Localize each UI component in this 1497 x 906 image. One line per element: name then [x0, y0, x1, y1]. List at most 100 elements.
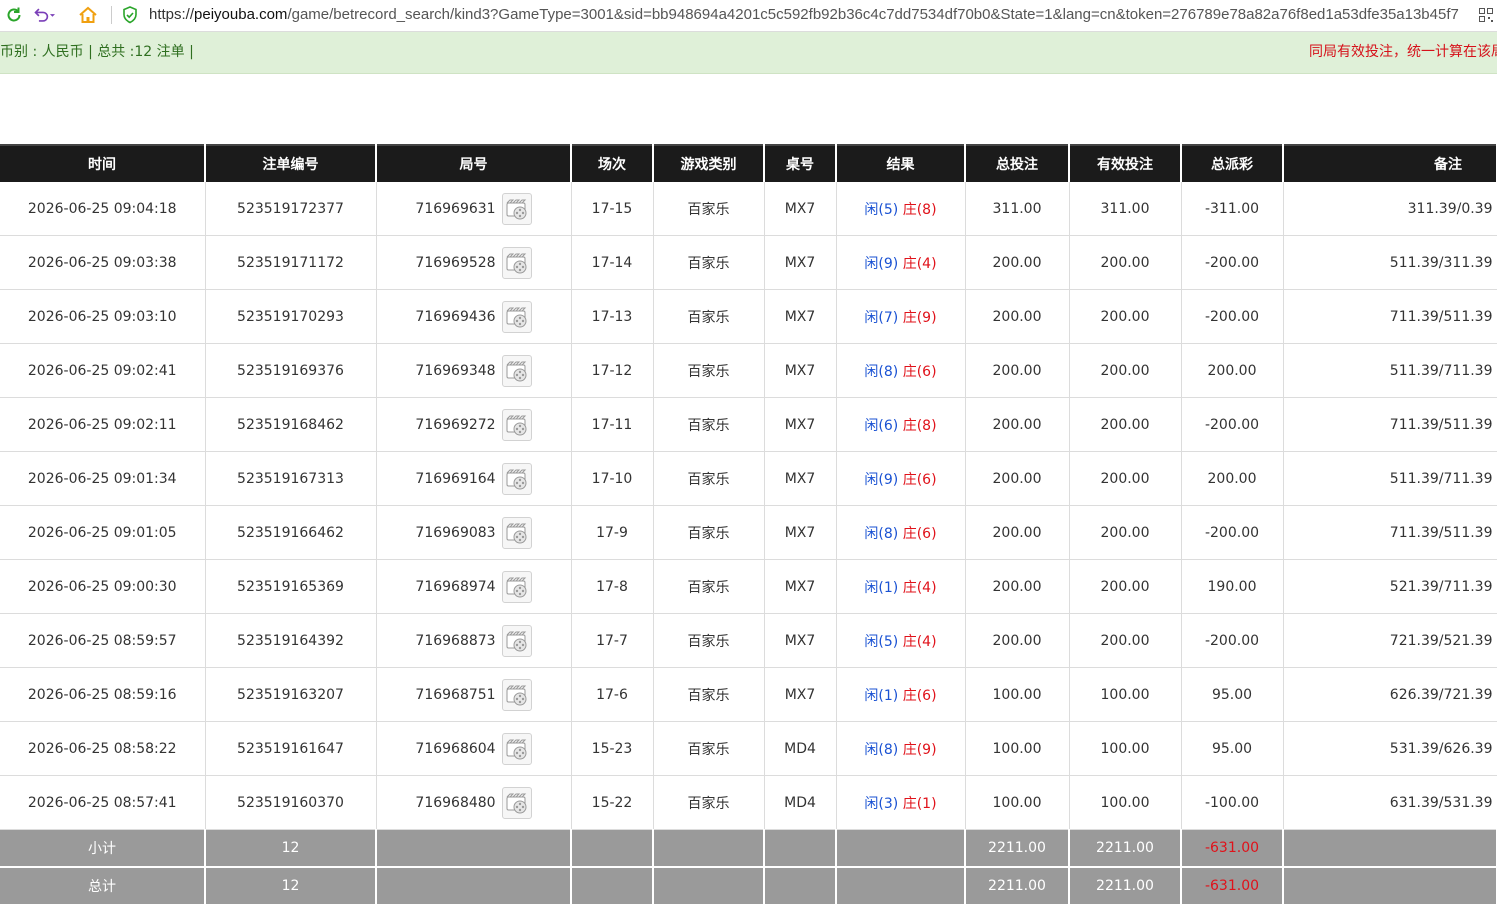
video-reel-icon[interactable] — [501, 678, 532, 711]
round-id-text: 716969164 — [415, 470, 496, 487]
cell-table-no: MX7 — [764, 451, 837, 506]
address-bar[interactable]: https://peiyouba.com/game/betrecord_sear… — [149, 6, 1474, 23]
cell-valid-bet: 100.00 — [1069, 667, 1182, 722]
cell-note: 531.39/626.39 — [1283, 721, 1497, 776]
banker-result: 庄(9) — [902, 309, 937, 326]
cell-bet-id: 523519170293 — [205, 289, 377, 344]
cell-table-no: MX7 — [764, 559, 837, 614]
round-id-text: 716969436 — [415, 308, 496, 325]
table-row: 2026-06-25 08:59:16 523519163207 7169687… — [0, 667, 1497, 722]
round-id-text: 716969348 — [415, 362, 496, 379]
cell-result: 闲(6) 庄(8) — [836, 397, 966, 452]
cell-total-bet: 100.00 — [965, 667, 1070, 722]
video-reel-icon[interactable] — [501, 786, 532, 819]
cell-round-id: 716968974 — [376, 559, 572, 614]
cell-valid-bet: 100.00 — [1069, 721, 1182, 776]
video-reel-icon[interactable] — [501, 570, 532, 603]
currency-summary: 币别 : 人民币 | 总共 :12 注单 | — [0, 44, 194, 60]
valid-bet-notice: 同局有效投注，统一计算在该局 — [1309, 44, 1497, 60]
summary-count: 12 — [205, 867, 377, 906]
cell-bet-id: 523519168462 — [205, 397, 377, 452]
cell-payout: -200.00 — [1181, 289, 1284, 344]
table-body: 2026-06-25 09:04:18 523519172377 7169696… — [0, 182, 1497, 906]
cell-table-no: MX7 — [764, 613, 837, 668]
video-reel-icon[interactable] — [501, 300, 532, 333]
banker-result: 庄(6) — [902, 687, 937, 704]
summary-empty — [764, 867, 837, 906]
summary-empty — [376, 829, 572, 868]
header-table-no: 桌号 — [764, 144, 837, 182]
cell-valid-bet: 200.00 — [1069, 397, 1182, 452]
cell-time: 2026-06-25 08:57:41 — [0, 775, 206, 830]
banker-result: 庄(4) — [902, 255, 937, 272]
banker-result: 庄(8) — [902, 201, 937, 218]
cell-valid-bet: 200.00 — [1069, 451, 1182, 506]
header-session: 场次 — [571, 144, 654, 182]
home-icon[interactable] — [77, 4, 99, 26]
cell-round-id: 716968604 — [376, 721, 572, 776]
cell-result: 闲(9) 庄(6) — [836, 451, 966, 506]
cell-round-id: 716968751 — [376, 667, 572, 722]
reload-icon[interactable] — [3, 4, 25, 26]
notice-banner: 币别 : 人民币 | 总共 :12 注单 | 同局有效投注，统一计算在该局 — [0, 32, 1497, 74]
cell-game-type: 百家乐 — [653, 397, 765, 452]
cell-total-bet: 311.00 — [965, 182, 1070, 236]
cell-note: 711.39/511.39 — [1283, 505, 1497, 560]
round-id-text: 716969528 — [415, 254, 496, 271]
banker-result: 庄(9) — [902, 741, 937, 758]
cell-time: 2026-06-25 09:00:30 — [0, 559, 206, 614]
cell-game-type: 百家乐 — [653, 289, 765, 344]
cell-session: 15-22 — [571, 775, 654, 830]
video-reel-icon[interactable] — [501, 516, 532, 549]
cell-bet-id: 523519164392 — [205, 613, 377, 668]
player-result: 闲(1) — [864, 687, 899, 704]
video-reel-icon[interactable] — [501, 192, 532, 225]
qr-code-icon[interactable] — [1475, 4, 1497, 26]
browser-toolbar: https://peiyouba.com/game/betrecord_sear… — [0, 0, 1497, 32]
summary-total-bet: 2211.00 — [965, 829, 1070, 868]
cell-payout: 95.00 — [1181, 667, 1284, 722]
video-reel-icon[interactable] — [501, 246, 532, 279]
summary-empty — [653, 867, 765, 906]
table-header-row: 时间 注单编号 局号 场次 游戏类别 桌号 结果 总投注 有效投注 总派彩 备注 — [0, 144, 1497, 182]
cell-payout: -200.00 — [1181, 505, 1284, 560]
video-reel-icon[interactable] — [501, 354, 532, 387]
cell-result: 闲(5) 庄(4) — [836, 613, 966, 668]
table-row: 2026-06-25 09:03:38 523519171172 7169695… — [0, 235, 1497, 290]
summary-valid-bet: 2211.00 — [1069, 829, 1182, 868]
cell-session: 17-15 — [571, 182, 654, 236]
video-reel-icon[interactable] — [501, 624, 532, 657]
summary-empty — [571, 829, 654, 868]
summary-empty — [571, 867, 654, 906]
summary-payout: -631.00 — [1181, 829, 1284, 868]
player-result: 闲(6) — [864, 417, 899, 434]
cell-note: 521.39/711.39 — [1283, 559, 1497, 614]
cell-session: 17-14 — [571, 235, 654, 290]
round-id-text: 716969083 — [415, 524, 496, 541]
cell-session: 17-6 — [571, 667, 654, 722]
cell-result: 闲(5) 庄(8) — [836, 182, 966, 236]
player-result: 闲(9) — [864, 471, 899, 488]
cell-note: 711.39/511.39 — [1283, 397, 1497, 452]
video-reel-icon[interactable] — [501, 462, 532, 495]
summary-empty — [764, 829, 837, 868]
shield-check-icon[interactable] — [119, 4, 141, 26]
video-reel-icon[interactable] — [501, 732, 532, 765]
cell-round-id: 716969631 — [376, 182, 572, 236]
video-reel-icon[interactable] — [501, 408, 532, 441]
round-id-text: 716968873 — [415, 632, 496, 649]
cell-game-type: 百家乐 — [653, 235, 765, 290]
cell-round-id: 716969272 — [376, 397, 572, 452]
undo-icon[interactable] — [33, 4, 55, 26]
cell-game-type: 百家乐 — [653, 721, 765, 776]
cell-payout: 200.00 — [1181, 343, 1284, 398]
cell-round-id: 716968480 — [376, 775, 572, 830]
table-row: 2026-06-25 08:58:22 523519161647 7169686… — [0, 721, 1497, 776]
player-result: 闲(9) — [864, 255, 899, 272]
table-row: 2026-06-25 08:59:57 523519164392 7169688… — [0, 613, 1497, 668]
cell-bet-id: 523519169376 — [205, 343, 377, 398]
cell-table-no: MX7 — [764, 289, 837, 344]
cell-bet-id: 523519171172 — [205, 235, 377, 290]
cell-table-no: MX7 — [764, 505, 837, 560]
banker-result: 庄(6) — [902, 363, 937, 380]
